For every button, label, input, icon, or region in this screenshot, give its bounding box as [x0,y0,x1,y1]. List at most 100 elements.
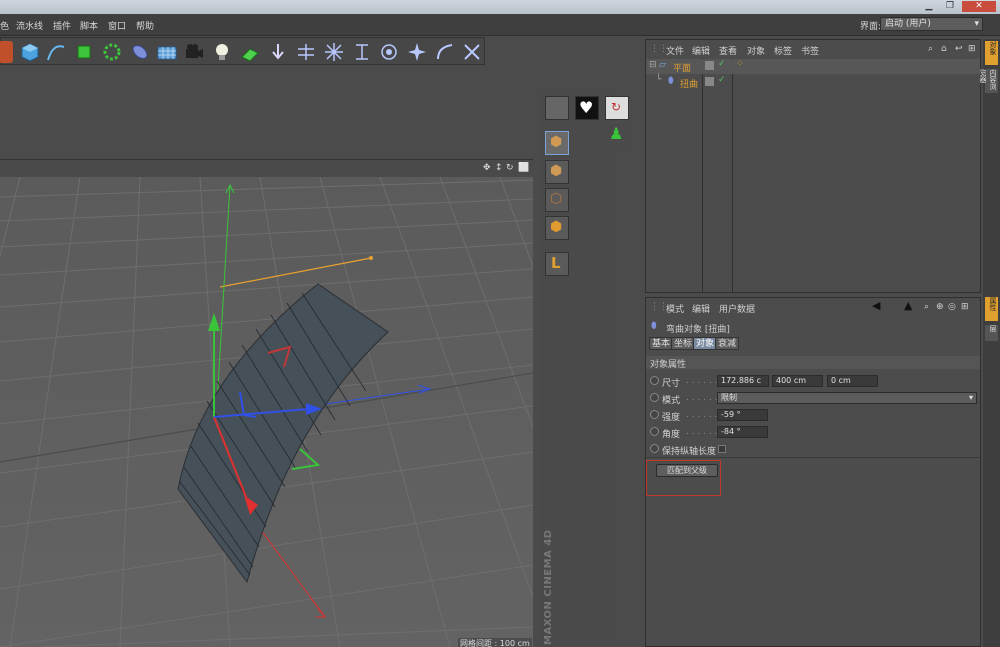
angle-field[interactable]: -84 ° [717,426,768,438]
side-tab-content-browser[interactable]: 内容浏览器 [979,69,998,93]
animate-radio[interactable] [650,410,659,419]
timeline-icon[interactable]: ↻ [605,96,629,120]
cross-icon[interactable] [461,41,483,63]
back-icon[interactable]: ↩ [955,44,963,54]
om-menu-edit[interactable]: 编辑 [692,44,710,57]
mode-select[interactable]: 限制 ▾ [717,392,977,404]
prop-dots: . . . . . . [686,427,718,437]
tab-falloff[interactable]: 衰减 [715,337,740,350]
burst-icon[interactable] [323,41,345,63]
rotate-view-icon[interactable]: ↻ [506,163,514,173]
layer-icon[interactable] [705,61,714,70]
minimize-button[interactable]: ▁ [919,1,939,12]
fit-to-parent-button[interactable]: 匹配到父级 [656,464,718,477]
3d-viewport[interactable]: 网格间距 : 100 cm [0,177,533,647]
object-row-bend[interactable]: └ ⬮ 扭曲 ✓ [646,75,980,90]
grid-spacing-status: 网格间距 : 100 cm [458,638,532,647]
camera-icon[interactable] [183,41,205,63]
section-header: 对象属性 [646,356,980,370]
search-icon[interactable]: ⌕ [928,44,933,54]
spline-icon[interactable] [45,41,67,63]
animate-radio[interactable] [650,393,659,402]
floor-icon[interactable] [156,41,178,63]
array-icon[interactable] [101,41,123,63]
om-menu-view[interactable]: 查看 [719,44,737,57]
lock-icon[interactable]: ⊕ [936,302,944,312]
am-menu-edit[interactable]: 编辑 [692,302,710,315]
arrow-down-icon[interactable] [267,41,289,63]
light-icon[interactable] [211,41,233,63]
size-x-field[interactable]: 172.886 c [717,375,769,387]
object-name[interactable]: 平面 [673,61,691,74]
maximize-view-icon[interactable]: ⬜ [518,163,529,173]
split-icon[interactable] [295,41,317,63]
size-z-field[interactable]: 0 cm [827,375,878,387]
close-button[interactable]: ✕ [962,1,996,12]
target-icon[interactable]: ◎ [948,302,956,312]
menu-item[interactable]: 窗口 [108,19,126,32]
move-view-icon[interactable]: ✥ [483,163,491,173]
layout-select[interactable]: 启动 (用户) ▾ [880,17,983,31]
animate-radio[interactable] [650,376,659,385]
menu-item[interactable]: 脚本 [80,19,98,32]
am-menu-mode[interactable]: 模式 [666,302,684,315]
zoom-view-icon[interactable]: ↕ [495,163,503,173]
om-menu-bookmarks[interactable]: 书签 [801,44,819,57]
nurbs-icon[interactable] [73,41,95,63]
up-arrow-icon[interactable]: ▲ [904,299,912,312]
menu-bar: 色 流水线 插件 脚本 窗口 帮助 界面: 启动 (用户) ▾ [0,14,1000,36]
menu-item[interactable]: 色 [0,19,9,32]
circle-target-icon[interactable] [378,41,400,63]
om-menu-object[interactable]: 对象 [747,44,765,57]
tab-object[interactable]: 对象 [693,337,718,350]
points-mode-icon[interactable]: ⬢ [545,160,569,184]
sculpt-icon[interactable] [545,96,569,120]
menu-item[interactable]: 插件 [53,19,71,32]
side-tab-layers[interactable]: 层 [985,325,998,341]
om-menu-tags[interactable]: 标签 [774,44,792,57]
strength-field[interactable]: -59 ° [717,409,768,421]
object-row-plane[interactable]: ⊟ ▱ 平面 ✓ ⁘ [646,59,980,74]
bracket-icon[interactable] [351,41,373,63]
animate-radio[interactable] [650,444,659,453]
tool-partial-icon[interactable] [0,41,13,63]
prop-dots: . . . . . . [686,393,718,403]
visible-check-icon[interactable]: ✓ [718,59,726,69]
bend-icon[interactable] [434,41,456,63]
back-arrow-icon[interactable]: ◀ [872,299,880,312]
search-icon[interactable]: ⌕ [924,302,929,312]
om-menu-file[interactable]: 文件 [666,44,684,57]
object-name[interactable]: 扭曲 [680,77,698,90]
collapse-icon[interactable]: ⊟ [649,60,657,70]
character-icon[interactable]: ♟ [605,124,629,148]
star-icon[interactable] [406,41,428,63]
polygons-mode-icon[interactable]: ⬢ [545,216,569,240]
prop-angle-label: 角度 [662,430,681,440]
expand-icon[interactable]: ⊞ [968,44,976,54]
tab-basic[interactable]: 基本 [649,337,674,350]
home-icon[interactable]: ⌂ [941,44,947,54]
heart-icon[interactable]: ♥ [575,96,599,120]
am-menu-userdata[interactable]: 用户数据 [719,302,755,315]
side-tab-attributes[interactable]: 属性 [985,297,998,321]
brand-logo: MAXON CINEMA 4D [543,529,554,645]
deformer-icon[interactable] [129,41,151,63]
model-mode-icon[interactable]: ⬢ [545,131,569,155]
keep-length-checkbox[interactable] [718,445,726,453]
side-tab-objects[interactable]: 对象 [985,41,998,65]
spread-icon[interactable] [239,41,261,63]
animate-radio[interactable] [650,427,659,436]
menu-item[interactable]: 帮助 [136,19,154,32]
visible-check-icon[interactable]: ✓ [718,75,726,85]
tag-icon[interactable]: ⁘ [736,59,744,69]
maximize-button[interactable]: ❐ [940,1,960,12]
layer-icon[interactable] [705,77,714,86]
prop-dots: . . . . . . [686,376,718,386]
size-y-field[interactable]: 400 cm [772,375,823,387]
axis-mode-icon[interactable]: L [545,252,569,276]
expand-icon[interactable]: ⊞ [961,302,969,312]
edges-mode-icon[interactable]: ⬡ [545,188,569,212]
cube-icon[interactable] [19,41,41,63]
menu-item[interactable]: 流水线 [16,19,43,32]
tab-coord[interactable]: 坐标 [671,337,696,350]
